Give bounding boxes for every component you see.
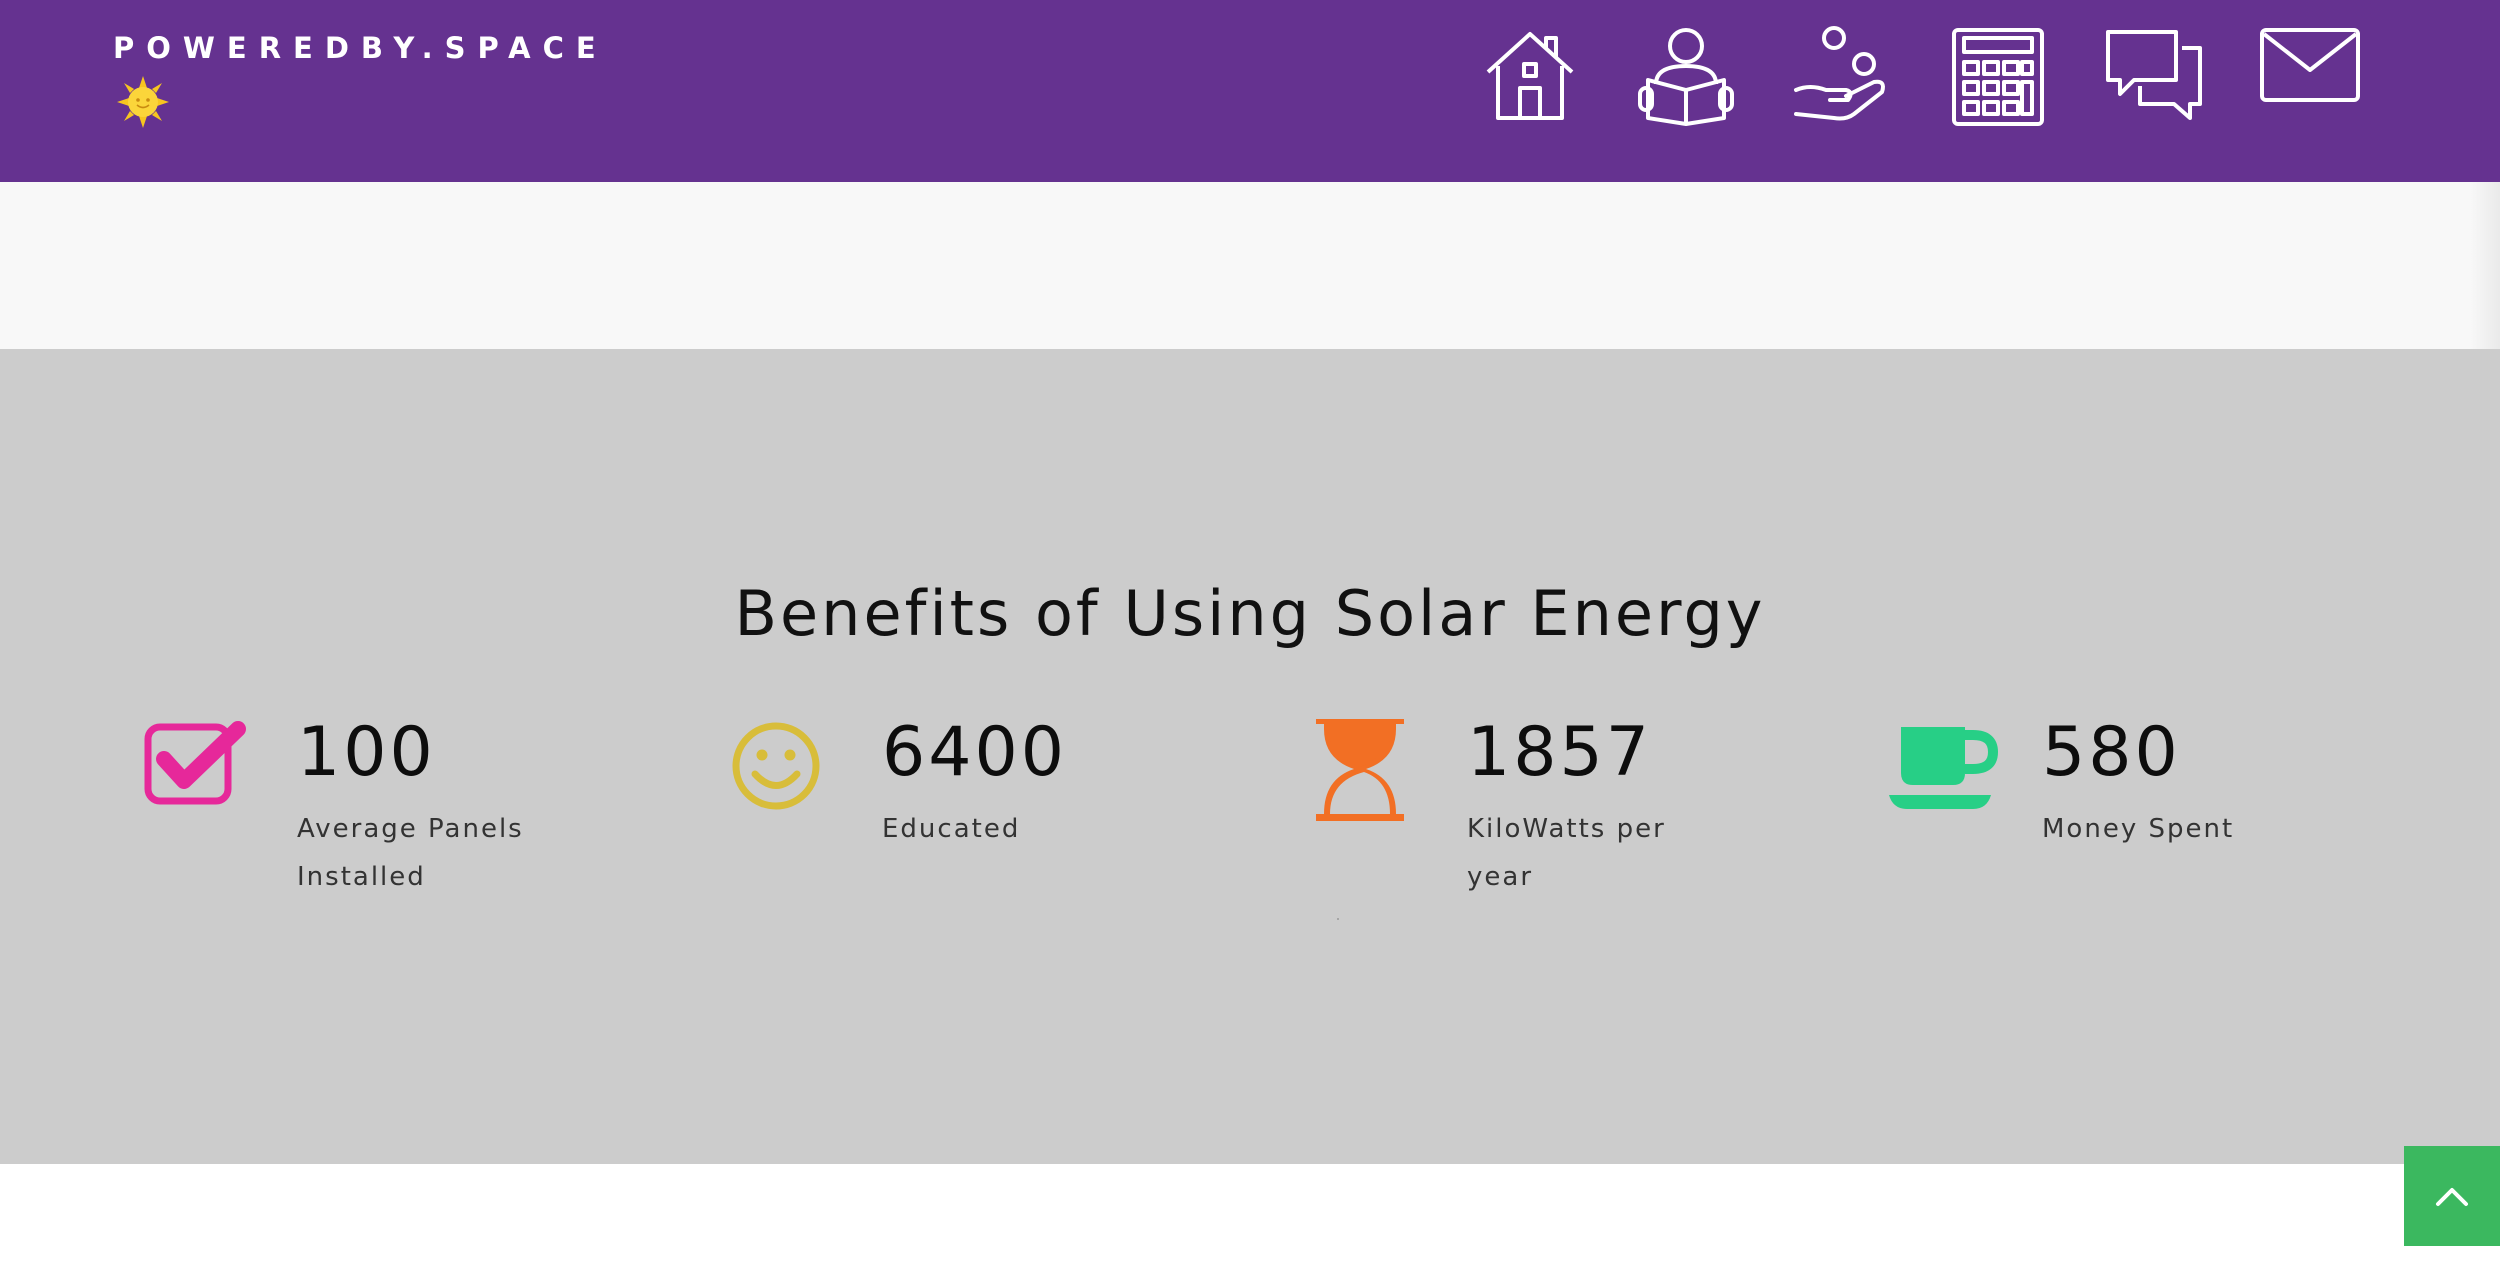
scroll-to-top-button[interactable] (2404, 1146, 2500, 1246)
stat-panels: 100 Average Panels Installed (144, 713, 704, 919)
stat-label: KiloWatts per year (1467, 814, 1666, 892)
chat-bubbles-icon (2106, 30, 2202, 120)
stat-kilowatts: 1857 KiloWatts per year (1314, 713, 1874, 919)
stat-label: Money Spent (2042, 814, 2235, 844)
benefits-section: Benefits of Using Solar Energy 100 Avera… (0, 349, 2500, 1164)
nav-home[interactable] (1478, 24, 1582, 128)
person-reading-icon (1638, 28, 1734, 126)
hourglass-icon (1314, 719, 1424, 829)
nav-calculator[interactable] (1946, 24, 2050, 128)
page: POWEREDBY.SPACE Benefits of Using Solar … (0, 0, 2500, 1280)
stat-label: Average Panels Installed (297, 814, 524, 892)
hand-coins-icon (1794, 26, 1885, 121)
nav-savings[interactable] (1790, 24, 1894, 128)
stat-money: 580 Money Spent (1889, 713, 2449, 919)
calculator-icon (1952, 28, 2044, 126)
brand[interactable]: POWEREDBY.SPACE (113, 30, 608, 128)
house-icon (1486, 32, 1574, 120)
stat-value: 100 (297, 713, 436, 792)
nav-contact[interactable] (2258, 24, 2362, 128)
spacer-band (0, 182, 2500, 349)
envelope-icon (2260, 28, 2360, 102)
brand-name[interactable]: POWEREDBY.SPACE (113, 30, 608, 66)
stat-value: 1857 (1467, 713, 1653, 792)
nav-learn[interactable] (1634, 24, 1738, 128)
section-title: Benefits of Using Solar Energy (734, 577, 1766, 650)
coffee-cup-icon (1889, 719, 1999, 829)
carousel-dot (1337, 918, 1339, 920)
checkbox-checked-icon (144, 719, 254, 829)
stat-label: Educated (882, 814, 1021, 844)
smiley-face-icon (729, 719, 839, 829)
stat-educated: 6400 Educated (729, 713, 1289, 919)
sun-face-icon (117, 76, 169, 128)
stat-value: 580 (2042, 713, 2181, 792)
site-header: POWEREDBY.SPACE (0, 0, 2500, 182)
stat-value: 6400 (882, 713, 1068, 792)
nav-chat[interactable] (2102, 24, 2206, 128)
chevron-up-icon (2436, 1188, 2468, 1206)
